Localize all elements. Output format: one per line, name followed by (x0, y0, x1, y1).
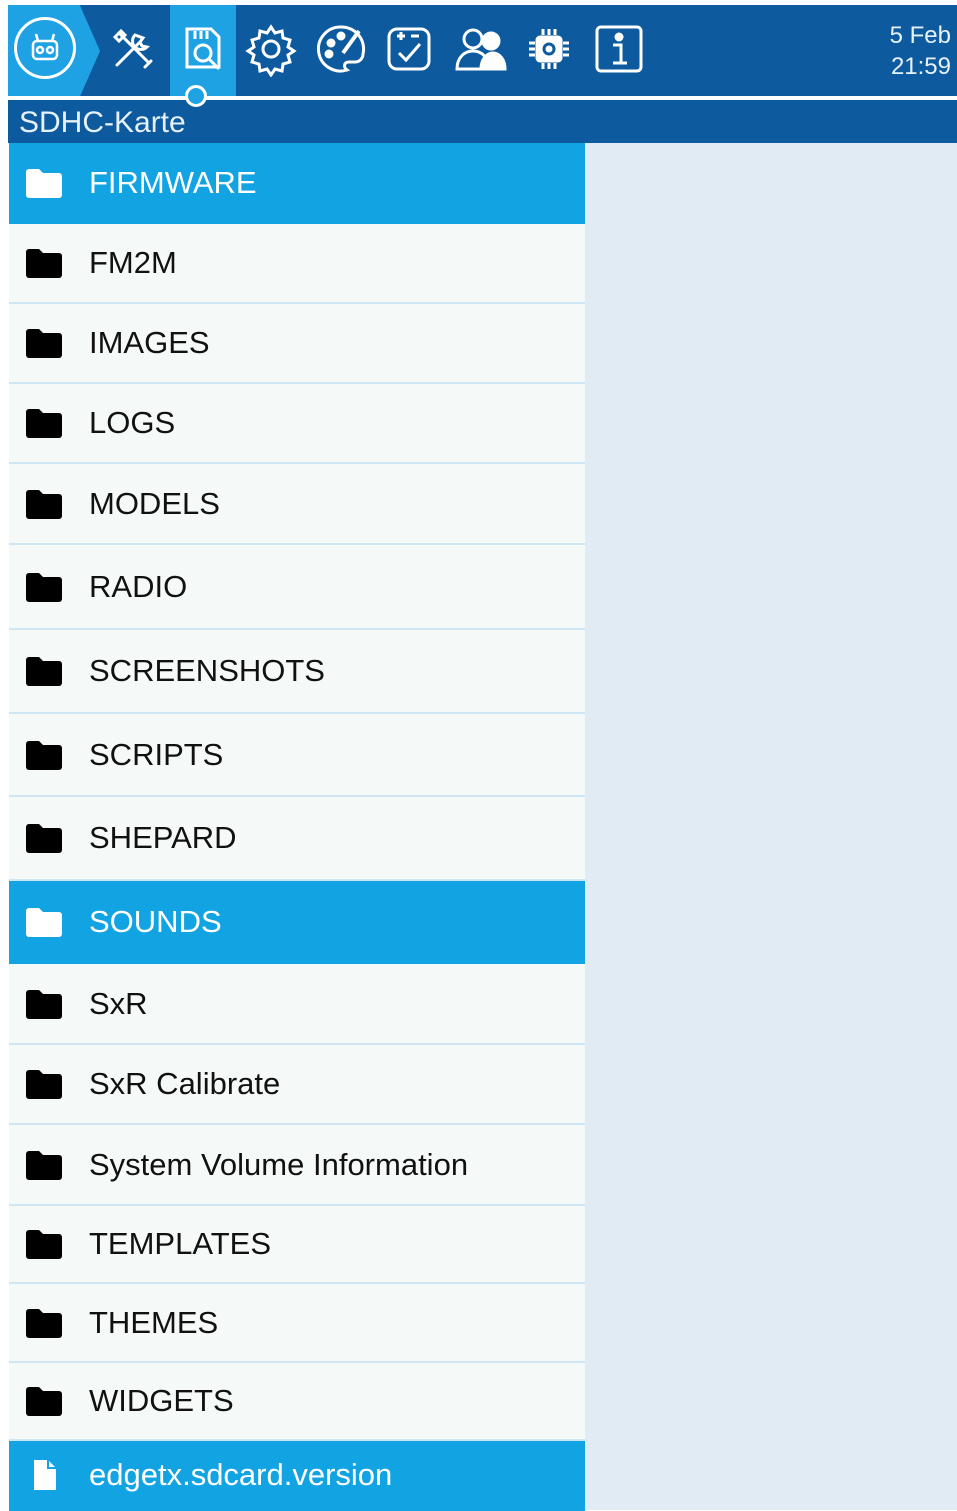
folder-row[interactable]: LOGS (9, 384, 585, 464)
users-tab[interactable] (448, 5, 514, 97)
row-label: RADIO (89, 568, 188, 604)
folder-row[interactable]: RADIO (9, 545, 585, 630)
file-icon (26, 1460, 62, 1490)
top-navigation-bar: 5 Feb 21:59 (8, 5, 957, 97)
folder-row[interactable]: TEMPLATES (9, 1206, 585, 1284)
active-tab-indicator (185, 85, 207, 107)
folder-icon (26, 740, 62, 770)
settings-tab[interactable] (238, 5, 304, 97)
file-row[interactable]: edgetx.sdcard.version (9, 1441, 585, 1511)
theme-tab[interactable] (308, 5, 374, 97)
folder-icon (26, 656, 62, 686)
folder-icon (26, 328, 62, 358)
row-label: IMAGES (89, 325, 210, 360)
date-label: 5 Feb (889, 22, 951, 49)
folder-icon (26, 1229, 62, 1259)
info-tab[interactable] (586, 5, 652, 97)
row-label: MODELS (89, 485, 220, 521)
row-label: SCREENSHOTS (89, 653, 325, 688)
sd-card-tab[interactable] (170, 5, 236, 97)
model-select-tab[interactable] (8, 5, 100, 97)
row-label: FIRMWARE (89, 164, 257, 200)
folder-row[interactable]: SxR (9, 964, 585, 1045)
row-label: LOGS (89, 405, 176, 440)
folder-row[interactable]: SxR Calibrate (9, 1045, 585, 1125)
users-icon (453, 21, 509, 82)
row-label: TEMPLATES (89, 1226, 272, 1261)
page-title: SDHC-Karte (19, 106, 186, 139)
folder-icon (26, 1386, 62, 1416)
row-label: SxR Calibrate (89, 1066, 281, 1101)
folder-row[interactable]: SCREENSHOTS (9, 630, 585, 714)
folder-icon (26, 168, 62, 198)
folder-row[interactable]: SOUNDS (9, 881, 585, 964)
info-icon (591, 21, 647, 82)
row-label: WIDGETS (89, 1383, 234, 1418)
folder-icon (26, 1308, 62, 1338)
row-label: SHEPARD (89, 820, 237, 855)
row-label: THEMES (89, 1304, 219, 1340)
folder-icon (26, 572, 62, 602)
folder-row[interactable]: System Volume Information (9, 1125, 585, 1206)
time-label: 21:59 (890, 53, 951, 80)
folder-row[interactable]: MODELS (9, 464, 585, 545)
page-title-bar: SDHC-Karte (8, 100, 957, 143)
folder-row[interactable]: FIRMWARE (9, 143, 585, 224)
folder-row[interactable]: FM2M (9, 224, 585, 304)
row-label: SOUNDS (89, 903, 222, 939)
folder-icon (26, 907, 62, 937)
folder-row[interactable]: SHEPARD (9, 797, 585, 881)
folder-row[interactable]: WIDGETS (9, 1363, 585, 1441)
folder-icon (26, 408, 62, 438)
folder-icon (26, 989, 62, 1019)
row-label: SxR (89, 985, 148, 1021)
folder-row[interactable]: SCRIPTS (9, 714, 585, 797)
folder-icon (26, 823, 62, 853)
hardware-tab[interactable] (516, 5, 582, 97)
folder-row[interactable]: THEMES (9, 1284, 585, 1363)
row-label: FM2M (89, 245, 177, 280)
folder-row[interactable]: IMAGES (9, 304, 585, 384)
sd-card-browser-icon (175, 21, 231, 82)
folder-icon (26, 1150, 62, 1180)
folder-icon (26, 489, 62, 519)
row-label: System Volume Information (89, 1146, 469, 1182)
checklist-icon (381, 21, 437, 82)
tools-tab[interactable] (100, 5, 166, 97)
theme-palette-icon (313, 21, 369, 82)
folder-icon (26, 1069, 62, 1099)
row-label: SCRIPTS (89, 736, 224, 772)
settings-gear-icon (243, 21, 299, 82)
checklist-tab[interactable] (376, 5, 442, 97)
row-label: edgetx.sdcard.version (89, 1457, 393, 1492)
preview-panel (585, 143, 957, 1510)
datetime-display: 5 Feb 21:59 (890, 20, 951, 82)
folder-icon (26, 248, 62, 278)
hardware-chip-icon (521, 21, 577, 82)
tools-icon (105, 21, 161, 82)
model-select-icon (14, 17, 76, 79)
file-list: FIRMWARE FM2M IMAGES LOGS MODELS RADIO SCREENS… (9, 143, 585, 1511)
